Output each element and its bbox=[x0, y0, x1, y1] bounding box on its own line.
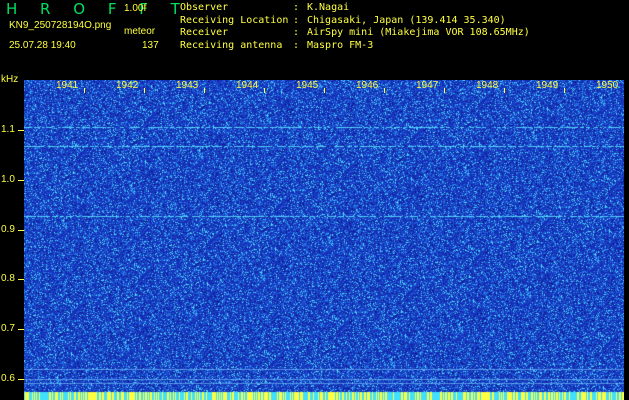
metadata-block: Observer : K.Nagai Receiving Location : … bbox=[180, 2, 530, 52]
x-tick-mark bbox=[264, 88, 265, 93]
x-tick-label: 1947 bbox=[416, 80, 439, 91]
metadata-value: K.Nagai bbox=[307, 2, 350, 13]
metadata-value: Chigasaki, Japan (139.414 35.340) bbox=[307, 14, 506, 26]
x-tick-mark bbox=[384, 88, 385, 93]
x-tick-mark bbox=[564, 88, 565, 93]
x-tick-label: 1946 bbox=[356, 80, 379, 91]
app-logo: H R O F F T bbox=[6, 0, 189, 18]
metadata-sep: : bbox=[293, 14, 300, 26]
y-tick-label: 0.8 bbox=[1, 273, 15, 284]
x-tick-label: 1948 bbox=[476, 80, 499, 91]
metadata-row-location: Receiving Location : Chigasaki, Japan (1… bbox=[180, 15, 530, 28]
x-tick-mark bbox=[324, 88, 325, 93]
x-tick-label: 1945 bbox=[296, 80, 319, 91]
metadata-sep: : bbox=[293, 2, 300, 13]
metadata-row-observer: Observer : K.Nagai bbox=[180, 2, 530, 15]
x-tick-mark bbox=[84, 88, 85, 93]
x-tick-mark bbox=[504, 88, 505, 93]
x-tick-mark bbox=[444, 88, 445, 93]
datetime-label: 25.07.28 19:40 bbox=[9, 40, 76, 51]
meteor-count: 137 bbox=[142, 40, 159, 51]
y-axis-unit: kHz bbox=[1, 74, 19, 85]
metadata-key: Observer bbox=[180, 2, 229, 13]
y-tick-label: 0.9 bbox=[1, 224, 15, 235]
metadata-row-receiver: Receiver : AirSpy mini (Miakejima VOR 10… bbox=[180, 27, 530, 40]
y-tick-label: 0.7 bbox=[1, 323, 15, 334]
x-tick-label: 1943 bbox=[176, 80, 199, 91]
metadata-row-antenna: Receiving antenna : Maspro FM-3 bbox=[180, 40, 530, 53]
x-tick-label: 1949 bbox=[536, 80, 559, 91]
waterfall-spectrogram bbox=[24, 80, 624, 400]
metadata-sep: : bbox=[293, 39, 300, 51]
x-tick-label: 1941 bbox=[56, 80, 79, 91]
metadata-value: AirSpy mini (Miakejima VOR 108.65MHz) bbox=[307, 27, 530, 38]
filename-label: KN9_250728194O.png bbox=[9, 20, 112, 31]
metadata-key: Receiving Location bbox=[180, 14, 289, 26]
x-tick-mark bbox=[144, 88, 145, 93]
x-tick-label: 1944 bbox=[236, 80, 259, 91]
header-panel: H R O F F T 1.00f KN9_250728194O.png met… bbox=[0, 0, 629, 80]
x-tick-label: 1942 bbox=[116, 80, 139, 91]
y-tick-label: 0.6 bbox=[1, 373, 15, 384]
x-tick-mark bbox=[204, 88, 205, 93]
y-tick-label: 1.0 bbox=[1, 174, 15, 185]
meteor-tag: meteor bbox=[124, 26, 156, 37]
version-label: 1.00f bbox=[124, 3, 147, 14]
x-tick-label: 1950 bbox=[596, 80, 619, 91]
metadata-sep: : bbox=[293, 27, 300, 38]
metadata-key: Receiving antenna bbox=[180, 39, 283, 51]
metadata-value: Maspro FM-3 bbox=[307, 39, 374, 51]
metadata-key: Receiver bbox=[180, 27, 229, 38]
y-tick-label: 1.1 bbox=[1, 124, 15, 135]
waterfall-canvas bbox=[24, 80, 624, 400]
